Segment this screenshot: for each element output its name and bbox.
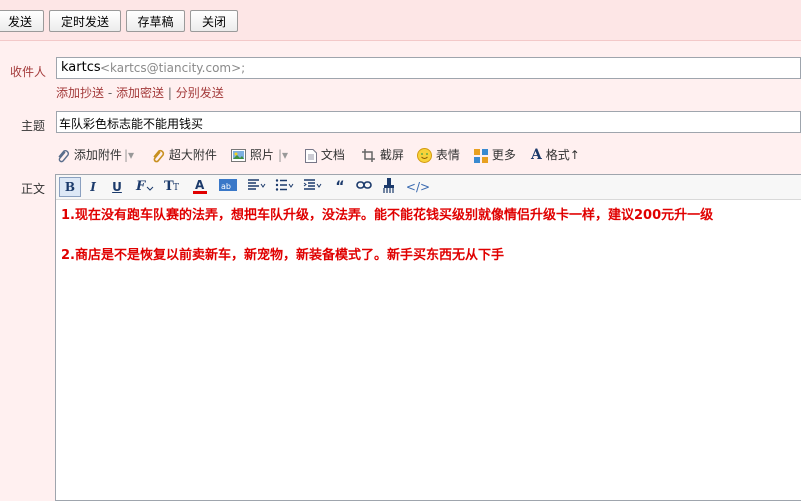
separate-send-link[interactable]: 分别发送 <box>176 86 224 100</box>
italic-button[interactable]: I <box>84 178 102 196</box>
indent-icon <box>303 179 322 190</box>
message-editor[interactable]: B I U F TT A ab “ </> 1.现在没有跑车队赛的法弄，想把车队… <box>55 174 801 501</box>
bold-button[interactable]: B <box>59 177 81 197</box>
save-draft-button[interactable]: 存草稿 <box>126 10 185 32</box>
photo-dropdown-icon[interactable]: |▾ <box>278 146 288 164</box>
photo-label: 照片 <box>249 148 274 162</box>
html-source-button[interactable]: </> <box>405 178 431 196</box>
quote-icon[interactable]: “ <box>332 178 348 196</box>
more-button[interactable]: 更多 <box>474 146 516 164</box>
format-button[interactable]: A 格式↑ <box>531 146 580 164</box>
scheduled-send-button[interactable]: 定时发送 <box>49 10 121 32</box>
screenshot-button[interactable]: 截屏 <box>361 146 404 164</box>
smiley-icon <box>417 148 432 163</box>
large-paperclip-icon <box>153 149 165 162</box>
highlight-button[interactable]: ab <box>217 178 239 196</box>
recipient-label: 收件人 <box>10 65 47 79</box>
link-dash: - <box>107 86 113 100</box>
more-label: 更多 <box>491 148 516 162</box>
editor-toolbar: B I U F TT A ab “ </> <box>56 175 801 200</box>
svg-text:T: T <box>173 183 179 192</box>
recipient-links: 添加抄送 - 添加密送 | 分别发送 <box>56 84 224 101</box>
document-button[interactable]: 文档 <box>305 146 345 164</box>
list-button[interactable] <box>274 178 296 196</box>
bullet-list-icon <box>275 179 294 191</box>
font-size-button[interactable]: TT <box>162 178 184 196</box>
underline-button[interactable]: U <box>108 178 126 196</box>
svg-text:A: A <box>195 178 205 192</box>
top-toolbar: 发送 定时发送 存草稿 关闭 <box>0 0 801 41</box>
emoticon-button[interactable]: 表情 <box>417 146 460 164</box>
add-attachment-button[interactable]: 添加附件 <box>56 146 122 164</box>
photo-button[interactable]: 照片 <box>231 146 274 164</box>
recipient-name[interactable]: kartcs <box>61 60 101 75</box>
text-color-icon: A <box>193 178 207 194</box>
align-button[interactable] <box>246 178 268 196</box>
add-cc-link[interactable]: 添加抄送 <box>56 86 104 100</box>
align-left-icon <box>248 179 266 190</box>
format-label: 格式↑ <box>545 148 580 162</box>
font-size-icon: TT <box>164 179 179 194</box>
font-a-icon: A <box>531 147 542 163</box>
paperclip-icon <box>58 149 69 162</box>
highlight-icon: ab <box>219 179 237 191</box>
add-attachment-label: 添加附件 <box>73 148 122 162</box>
font-family-button[interactable]: F <box>134 178 156 196</box>
body-blank-line <box>61 226 801 246</box>
subject-value[interactable]: 车队彩色标志能不能用钱买 <box>59 115 203 132</box>
document-icon <box>305 148 317 163</box>
svg-text:ab: ab <box>221 182 231 191</box>
brush-icon <box>383 178 394 193</box>
body-line-1: 1.现在没有跑车队赛的法弄，想把车队升级，没法弄。能不能花钱买级别就像情侣升级卡… <box>61 208 714 223</box>
body-label: 正文 <box>21 182 46 196</box>
subject-label: 主题 <box>21 119 46 133</box>
subject-field[interactable]: 车队彩色标志能不能用钱买 <box>56 111 801 133</box>
screenshot-label: 截屏 <box>379 148 404 162</box>
send-button[interactable]: 发送 <box>0 10 44 32</box>
link-icon <box>356 181 372 189</box>
document-label: 文档 <box>320 148 345 162</box>
text-color-button[interactable]: A <box>190 178 210 196</box>
clear-format-button[interactable] <box>380 178 398 196</box>
body-line-2: 2.商店是不是恢复以前卖新车，新宠物，新装备模式了。新手买东西无从下手 <box>61 248 504 263</box>
add-bcc-link[interactable]: 添加密送 <box>116 86 164 100</box>
indent-button[interactable] <box>302 178 324 196</box>
photo-icon <box>231 149 246 162</box>
recipient-field[interactable]: kartcs <kartcs@tiancity.com>; <box>56 57 801 79</box>
svg-text:F: F <box>135 179 146 192</box>
recipient-address: <kartcs@tiancity.com>; <box>100 61 246 75</box>
attachment-dropdown-icon[interactable]: |▾ <box>124 146 134 164</box>
grid-icon <box>474 148 488 163</box>
close-button[interactable]: 关闭 <box>190 10 238 32</box>
font-family-icon: F <box>135 179 154 194</box>
large-attachment-button[interactable]: 超大附件 <box>151 146 217 164</box>
body-content[interactable]: 1.现在没有跑车队赛的法弄，想把车队升级，没法弄。能不能花钱买级别就像情侣升级卡… <box>61 206 801 266</box>
link-button[interactable] <box>355 178 373 196</box>
large-attachment-label: 超大附件 <box>168 148 217 162</box>
link-separator: | <box>167 86 172 100</box>
emoticon-label: 表情 <box>435 148 460 162</box>
screenshot-icon <box>362 149 375 162</box>
